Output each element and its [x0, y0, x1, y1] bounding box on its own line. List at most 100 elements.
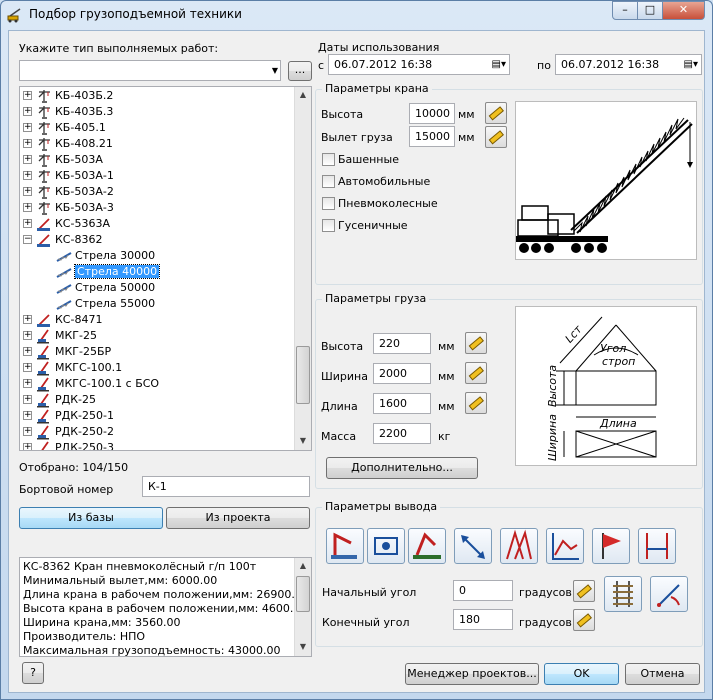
scroll-down-icon[interactable]: ▼: [295, 639, 311, 655]
project-manager-button[interactable]: Менеджер проектов...: [405, 663, 539, 685]
expand-icon[interactable]: +: [23, 411, 32, 420]
date-from-picker[interactable]: 06.07.2012 16:38 ▤▾: [328, 54, 510, 75]
crane-top-view-button[interactable]: [367, 528, 405, 564]
pneumatic-crane-checkbox[interactable]: [322, 197, 335, 210]
tree-item[interactable]: + РДК-250-2: [20, 424, 294, 440]
tree-item[interactable]: + МКГ-25БР: [20, 344, 294, 360]
tree-item[interactable]: − КС-8362: [20, 232, 294, 248]
expand-icon[interactable]: +: [23, 139, 32, 148]
expand-icon[interactable]: +: [23, 379, 32, 388]
expand-icon[interactable]: +: [23, 203, 32, 212]
expand-icon[interactable]: +: [23, 123, 32, 132]
tree-scrollbar[interactable]: ▲ ▼: [294, 87, 311, 450]
tree-child-item[interactable]: Стрела 30000: [20, 248, 294, 264]
browse-work-type-button[interactable]: ...: [288, 61, 312, 81]
cargo-length-input[interactable]: 1600: [373, 393, 431, 414]
more-params-button[interactable]: Дополнительно...: [326, 457, 478, 479]
calendar-icon[interactable]: ▤▾: [492, 55, 506, 74]
crawler-view-button[interactable]: [408, 528, 446, 564]
tree-item[interactable]: + РДК-250-1: [20, 408, 294, 424]
tree-item[interactable]: + КБ-408.21: [20, 136, 294, 152]
tree-item[interactable]: + РДК-25: [20, 392, 294, 408]
expand-icon[interactable]: +: [23, 363, 32, 372]
help-button[interactable]: ?: [22, 662, 44, 684]
tree-child-item[interactable]: Стрела 40000: [20, 264, 294, 280]
collapse-icon[interactable]: −: [23, 235, 32, 244]
tree-child-item[interactable]: Стрела 55000: [20, 296, 294, 312]
crane-reach-input[interactable]: 15000: [409, 126, 455, 147]
tree-item[interactable]: + КС-5363А: [20, 216, 294, 232]
expand-icon[interactable]: +: [23, 171, 32, 180]
cargo-height-input[interactable]: 220: [373, 333, 431, 354]
tree-item[interactable]: + РДК-250-3: [20, 440, 294, 450]
cargo-mass-input[interactable]: 2200: [373, 423, 431, 444]
crawler-crane-checkbox[interactable]: [322, 219, 335, 232]
tree-item[interactable]: + КБ-405.1: [20, 120, 294, 136]
tree-item[interactable]: + КБ-403Б.2: [20, 88, 294, 104]
expand-icon[interactable]: +: [23, 443, 32, 450]
info-scrollbar[interactable]: ▲ ▼: [294, 558, 311, 656]
close-button[interactable]: ✕: [662, 1, 705, 20]
scroll-down-icon[interactable]: ▼: [295, 433, 311, 449]
flag-button[interactable]: [592, 528, 630, 564]
tree-item[interactable]: + КБ-503А-2: [20, 184, 294, 200]
angle-button[interactable]: [650, 576, 688, 612]
measure-reach-button[interactable]: [485, 126, 507, 148]
tree-item[interactable]: + КБ-503А: [20, 152, 294, 168]
expand-icon[interactable]: +: [23, 347, 32, 356]
work-type-combo[interactable]: ▼: [19, 60, 281, 81]
tree-item[interactable]: + МКГС-100.1: [20, 360, 294, 376]
scroll-up-icon[interactable]: ▲: [295, 558, 311, 574]
calendar-icon[interactable]: ▤▾: [684, 55, 698, 74]
tree-child-item[interactable]: Стрела 50000: [20, 280, 294, 296]
cargo-width-input[interactable]: 2000: [373, 363, 431, 384]
expand-icon[interactable]: +: [23, 107, 32, 116]
end-angle-input[interactable]: 180: [453, 609, 513, 630]
tree-item[interactable]: + МКГ-25: [20, 328, 294, 344]
title-bar[interactable]: Подбор грузоподъемной техники – □ ✕: [1, 1, 712, 29]
measure-cargo-length-button[interactable]: [465, 392, 487, 414]
maximize-button[interactable]: □: [637, 1, 663, 20]
tower-crane-checkbox[interactable]: [322, 153, 335, 166]
expand-icon[interactable]: +: [23, 91, 32, 100]
scroll-thumb[interactable]: [296, 346, 310, 404]
boom-set-button[interactable]: [500, 528, 538, 564]
expand-icon[interactable]: +: [23, 331, 32, 340]
measure-cargo-height-button[interactable]: [465, 332, 487, 354]
expand-icon[interactable]: +: [23, 427, 32, 436]
board-number-input[interactable]: К-1: [142, 476, 310, 497]
crane-preview: [515, 101, 697, 260]
rail-track-button[interactable]: [604, 576, 642, 612]
expand-icon[interactable]: +: [23, 187, 32, 196]
date-to-picker[interactable]: 06.07.2012 16:38 ▤▾: [555, 54, 702, 75]
expand-icon[interactable]: +: [23, 155, 32, 164]
measure-end-angle-button[interactable]: [573, 609, 595, 631]
crawler-crane-icon: [37, 329, 49, 344]
load-chart-button[interactable]: [546, 528, 584, 564]
cancel-button[interactable]: Отмена: [625, 663, 700, 685]
scroll-up-icon[interactable]: ▲: [295, 87, 311, 103]
minimize-button[interactable]: –: [612, 1, 638, 20]
from-db-button[interactable]: Из базы: [19, 507, 163, 529]
expand-icon[interactable]: +: [23, 219, 32, 228]
tree-item[interactable]: + КС-8471: [20, 312, 294, 328]
expand-icon[interactable]: +: [23, 315, 32, 324]
tree-item[interactable]: + КБ-503А-1: [20, 168, 294, 184]
measure-height-button[interactable]: [485, 102, 507, 124]
tree-item[interactable]: + МКГС-100.1 с БСО: [20, 376, 294, 392]
tree-item[interactable]: + КБ-503А-3: [20, 200, 294, 216]
scroll-thumb[interactable]: [296, 576, 310, 612]
dimension-button[interactable]: [638, 528, 676, 564]
crane-height-input[interactable]: 10000: [409, 103, 455, 124]
expand-icon[interactable]: +: [23, 395, 32, 404]
crane-tree[interactable]: + РДК-250-3 + РДК-250-2 + РДК-250-1 + РДК-25 + МК…: [19, 86, 312, 451]
start-angle-input[interactable]: 0: [453, 580, 513, 601]
ok-button[interactable]: OK: [544, 663, 619, 685]
crane-view-button[interactable]: [326, 528, 364, 564]
boom-length-button[interactable]: [454, 528, 492, 564]
measure-start-angle-button[interactable]: [573, 580, 595, 602]
measure-cargo-width-button[interactable]: [465, 362, 487, 384]
from-project-button[interactable]: Из проекта: [166, 507, 310, 529]
tree-item[interactable]: + КБ-403Б.3: [20, 104, 294, 120]
truck-crane-checkbox[interactable]: [322, 175, 335, 188]
